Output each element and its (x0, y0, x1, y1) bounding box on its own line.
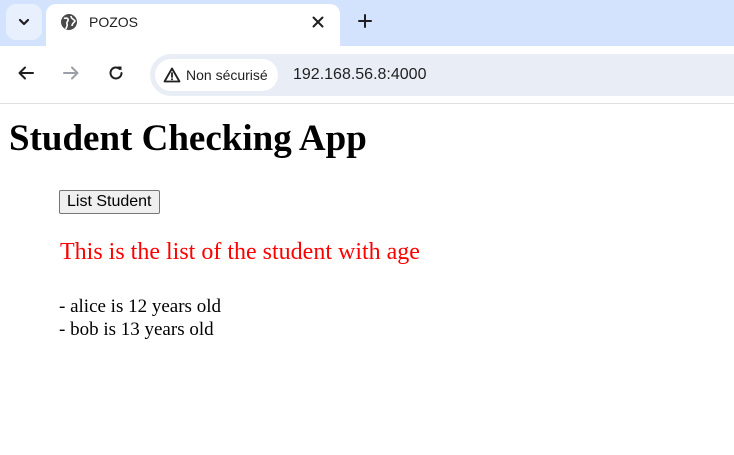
plus-icon (358, 14, 372, 28)
page-title: Student Checking App (9, 118, 367, 159)
list-item: - alice is 12 years old (59, 296, 221, 317)
list-student-button[interactable]: List Student (59, 190, 160, 214)
reload-button[interactable] (105, 62, 127, 84)
back-button[interactable] (15, 62, 37, 84)
reload-icon (109, 66, 123, 80)
student-list: - alice is 12 years old - bob is 13 year… (59, 295, 221, 341)
list-heading: This is the list of the student with age (60, 239, 420, 265)
tab-close-button[interactable] (308, 12, 328, 32)
security-chip[interactable]: Non sécurisé (155, 59, 278, 91)
forward-button[interactable] (60, 62, 82, 84)
close-icon (312, 16, 324, 28)
tab-search-button[interactable] (6, 4, 42, 40)
address-bar[interactable]: Non sécurisé 192.168.56.8:4000 (150, 54, 734, 96)
browser-toolbar: Non sécurisé 192.168.56.8:4000 (0, 46, 734, 104)
security-label: Non sécurisé (186, 67, 268, 83)
page-content: Student Checking App List Student This i… (0, 105, 734, 455)
tab-title: POZOS (89, 14, 139, 30)
warning-icon (163, 67, 181, 83)
active-tab[interactable]: POZOS (46, 4, 340, 46)
globe-icon (61, 14, 77, 30)
chevron-down-icon (18, 18, 30, 26)
url-text[interactable]: 192.168.56.8:4000 (293, 66, 426, 84)
arrow-left-icon (18, 66, 34, 80)
list-item: - bob is 13 years old (59, 319, 214, 340)
tab-strip: POZOS (0, 0, 734, 46)
new-tab-button[interactable] (352, 8, 378, 34)
arrow-right-icon (63, 66, 79, 80)
